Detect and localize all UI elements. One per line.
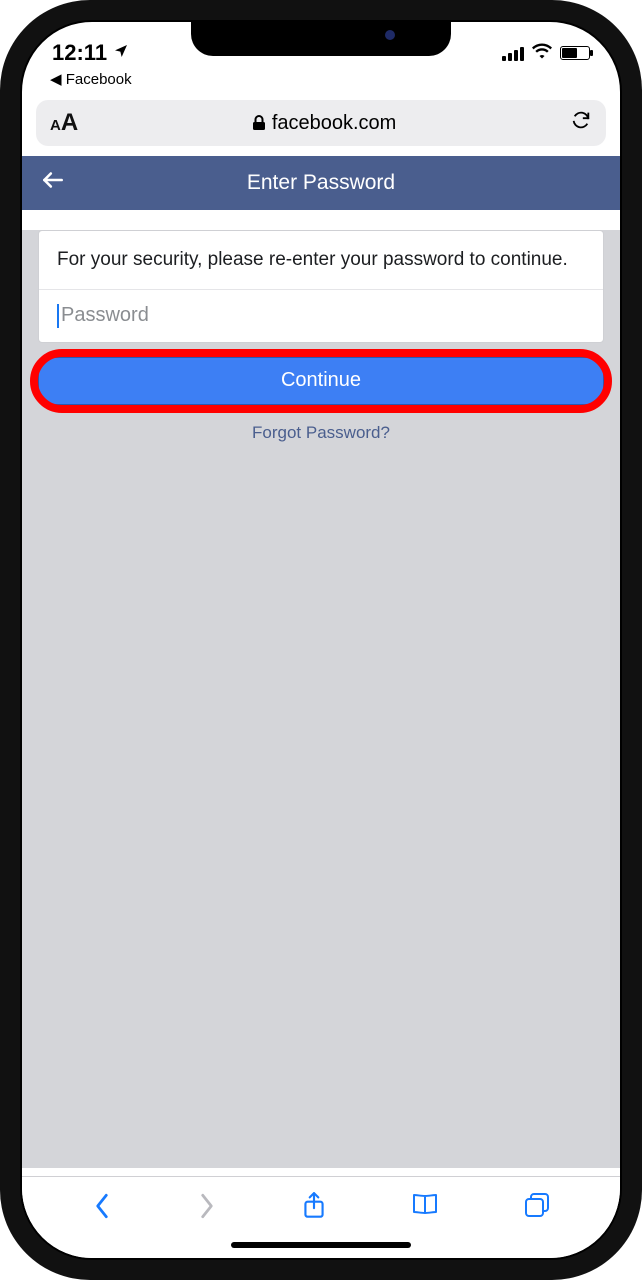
wifi-icon	[532, 43, 552, 64]
back-button[interactable]	[40, 167, 66, 200]
url-display[interactable]: facebook.com	[78, 112, 570, 135]
battery-icon	[560, 46, 590, 60]
instructions-text: For your security, please re-enter your …	[39, 231, 603, 290]
reload-button[interactable]	[570, 109, 592, 137]
tabs-button[interactable]	[523, 1191, 551, 1224]
safari-toolbar	[22, 1176, 620, 1258]
password-card: For your security, please re-enter your …	[38, 230, 604, 343]
breadcrumb-label: Facebook	[66, 71, 132, 88]
forgot-label: Forgot Password?	[252, 423, 390, 442]
continue-button[interactable]: Continue	[38, 357, 604, 405]
bookmarks-button[interactable]	[410, 1191, 440, 1222]
cellular-signal-icon	[502, 45, 524, 61]
password-input[interactable]: Password	[39, 290, 603, 342]
home-indicator[interactable]	[231, 1242, 411, 1248]
content-area: For your security, please re-enter your …	[22, 230, 620, 1168]
clock: 12:11	[52, 40, 107, 66]
text-cursor	[57, 304, 59, 328]
nav-back-button[interactable]	[91, 1191, 113, 1226]
page-title: Enter Password	[22, 171, 620, 195]
device-frame: 12:11	[0, 0, 642, 1280]
continue-button-wrap: Continue	[38, 357, 604, 405]
breadcrumb-caret-icon: ◀	[50, 71, 62, 88]
notch	[191, 22, 451, 56]
password-placeholder: Password	[61, 304, 149, 327]
camera-dot	[385, 30, 395, 40]
continue-label: Continue	[281, 369, 361, 392]
page-header: Enter Password	[22, 156, 620, 210]
app-return-breadcrumb[interactable]: ◀ Facebook	[22, 70, 620, 94]
location-icon	[113, 43, 129, 64]
text-size-large-a: A	[61, 109, 78, 137]
forgot-password-link[interactable]: Forgot Password?	[22, 423, 620, 443]
url-bar-container: A A facebook.com	[22, 94, 620, 156]
text-size-button[interactable]: A A	[50, 109, 78, 137]
text-size-small-a: A	[50, 117, 61, 134]
screen: 12:11	[20, 20, 622, 1260]
domain-text: facebook.com	[272, 112, 397, 135]
url-bar[interactable]: A A facebook.com	[36, 100, 606, 146]
lock-icon	[252, 115, 266, 131]
nav-forward-button[interactable]	[196, 1191, 218, 1226]
share-button[interactable]	[301, 1191, 327, 1226]
